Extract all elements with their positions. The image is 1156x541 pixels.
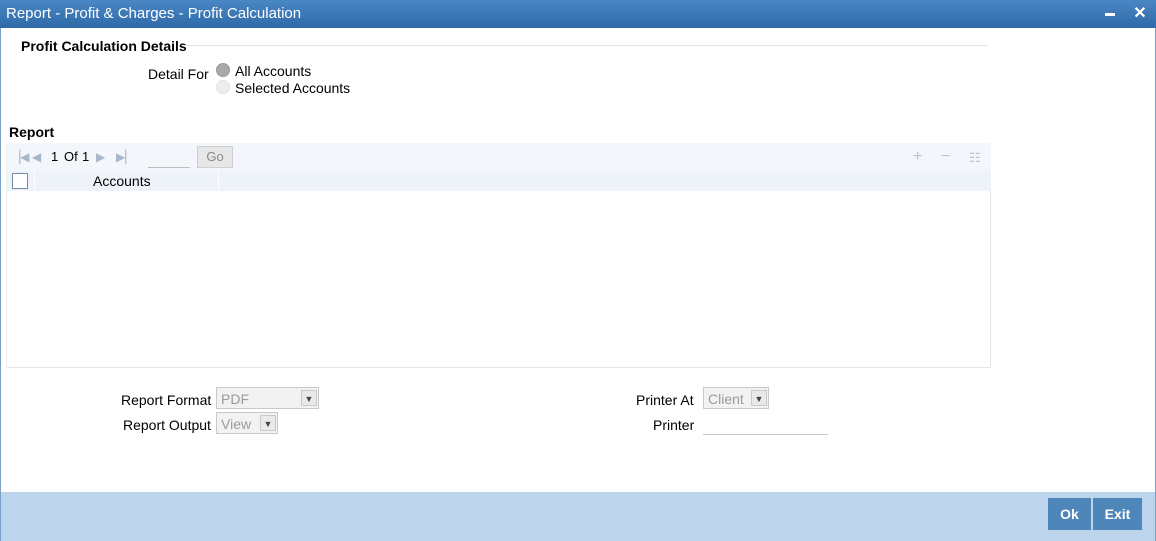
go-button[interactable]: Go bbox=[197, 146, 233, 168]
section-title-report: Report bbox=[9, 124, 55, 140]
add-row-icon[interactable]: + bbox=[913, 148, 922, 166]
report-format-select[interactable]: PDF ▼ bbox=[216, 387, 319, 409]
total-pages: 1 bbox=[82, 149, 90, 164]
report-output-select[interactable]: View ▼ bbox=[216, 412, 278, 434]
detail-for-label: Detail For bbox=[148, 66, 209, 82]
report-output-label: Report Output bbox=[123, 417, 211, 433]
chevron-down-icon: ▼ bbox=[751, 390, 767, 406]
report-grid: ▕◀ ◀ 1 Of 1 ▶ ▶▏ Go + − ☷ Accounts bbox=[6, 143, 991, 368]
title-bar: Report - Profit & Charges - Profit Calcu… bbox=[0, 0, 1156, 28]
last-page-icon[interactable]: ▶▏ bbox=[116, 150, 134, 164]
window-title: Report - Profit & Charges - Profit Calcu… bbox=[6, 5, 302, 22]
printer-at-select[interactable]: Client ▼ bbox=[703, 387, 769, 409]
previous-page-icon[interactable]: ◀ bbox=[32, 150, 41, 164]
of-label: Of bbox=[64, 149, 78, 164]
radio-selected-accounts[interactable] bbox=[216, 80, 230, 94]
section-title-details: Profit Calculation Details bbox=[21, 38, 187, 54]
exit-button[interactable]: Exit bbox=[1093, 498, 1142, 530]
page-number-input[interactable] bbox=[148, 148, 190, 168]
column-separator bbox=[34, 171, 35, 191]
list-view-icon[interactable]: ☷ bbox=[969, 150, 981, 166]
grid-pager: ▕◀ ◀ 1 Of 1 ▶ ▶▏ Go + − ☷ bbox=[7, 143, 991, 171]
printer-input-underline[interactable] bbox=[703, 434, 828, 435]
next-page-icon[interactable]: ▶ bbox=[96, 150, 105, 164]
report-format-value: PDF bbox=[221, 391, 249, 407]
delete-row-icon[interactable]: − bbox=[941, 148, 950, 166]
section-divider bbox=[184, 45, 988, 46]
chevron-down-icon: ▼ bbox=[301, 390, 317, 406]
select-all-checkbox[interactable] bbox=[12, 173, 28, 189]
ok-button[interactable]: Ok bbox=[1048, 498, 1091, 530]
current-page: 1 bbox=[51, 149, 59, 164]
radio-selected-accounts-label[interactable]: Selected Accounts bbox=[235, 80, 350, 96]
report-format-label: Report Format bbox=[121, 392, 212, 408]
printer-at-label: Printer At bbox=[636, 392, 694, 408]
column-separator bbox=[218, 171, 219, 191]
report-output-value: View bbox=[221, 416, 252, 432]
close-icon[interactable]: ✕ bbox=[1130, 4, 1150, 24]
radio-all-accounts[interactable] bbox=[216, 63, 230, 77]
grid-header: Accounts bbox=[7, 171, 991, 191]
chevron-down-icon: ▼ bbox=[260, 415, 276, 431]
first-page-icon[interactable]: ▕◀ bbox=[11, 150, 29, 164]
radio-all-accounts-label[interactable]: All Accounts bbox=[235, 63, 311, 79]
printer-label: Printer bbox=[653, 417, 695, 433]
footer-bar: Ok Exit bbox=[1, 492, 1155, 541]
minimize-icon[interactable]: ▬ bbox=[1100, 4, 1120, 24]
printer-at-value: Client bbox=[708, 391, 744, 407]
column-header-accounts[interactable]: Accounts bbox=[93, 173, 151, 189]
